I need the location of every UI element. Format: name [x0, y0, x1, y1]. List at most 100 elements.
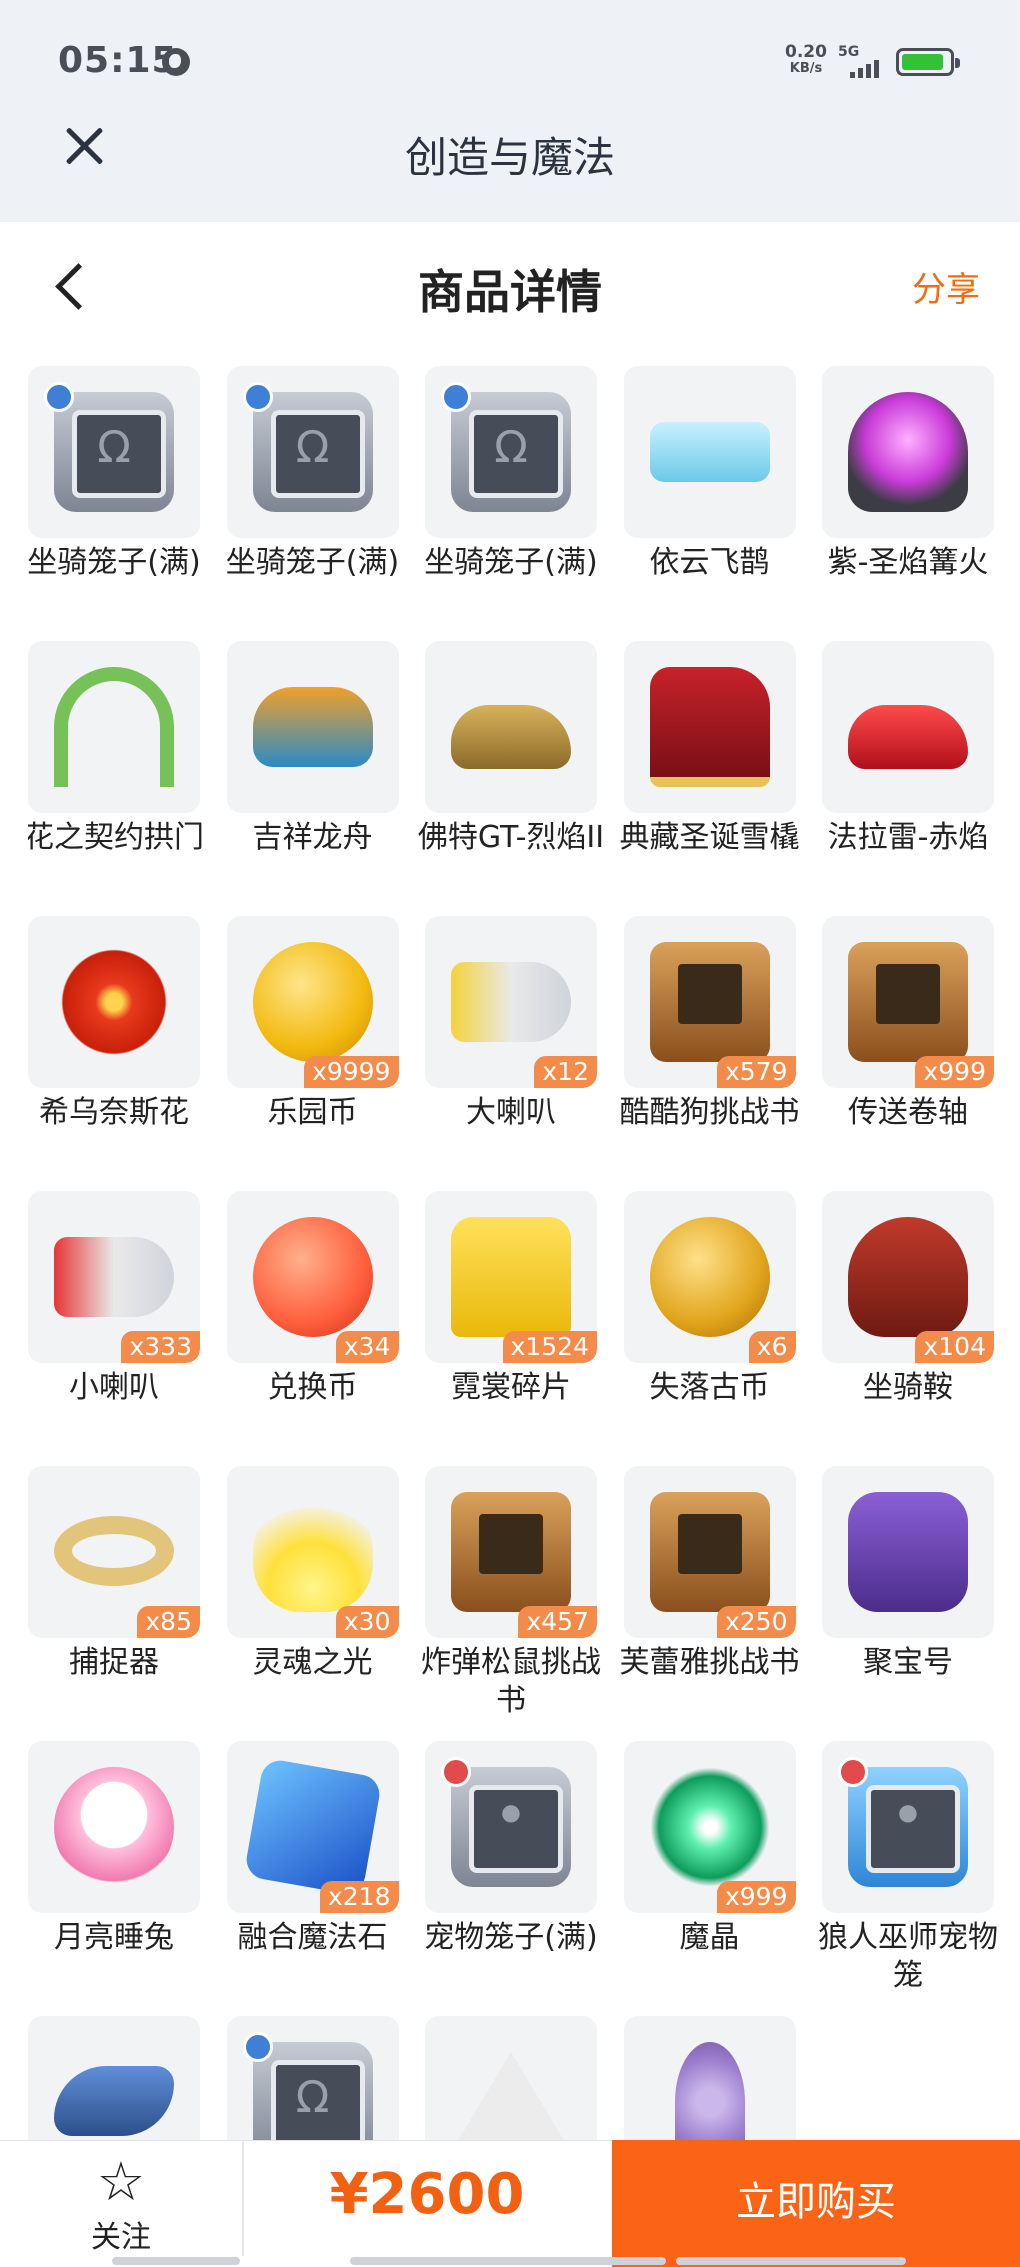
- star-icon: ☆: [96, 2150, 146, 2213]
- quantity-badge: x999: [716, 1881, 796, 1913]
- campfire-icon: [848, 392, 968, 512]
- item-thumbnail: [623, 366, 796, 538]
- grid-item[interactable]: x9999 乐园币: [226, 916, 399, 1176]
- ring-thorn-icon: [54, 1516, 174, 1586]
- grid-item[interactable]: x1524 霓裳碎片: [425, 1191, 597, 1451]
- grid-item[interactable]: x333 小喇叭: [28, 1191, 200, 1451]
- monster-icon: [848, 1492, 968, 1612]
- item-thumbnail: [28, 366, 200, 538]
- quantity-badge: x34: [335, 1331, 399, 1363]
- scroll-art-icon: [649, 942, 770, 1062]
- grid-item[interactable]: x218 融合魔法石: [226, 1741, 399, 2001]
- grid-item[interactable]: x85 捕捉器: [28, 1466, 200, 1726]
- battery-icon: [896, 48, 960, 76]
- quantity-badge: x579: [716, 1056, 796, 1088]
- quantity-badge: x30: [335, 1606, 399, 1638]
- cone-icon: [674, 2042, 745, 2140]
- item-name: 紫-圣焰篝火: [827, 545, 989, 580]
- grid-item[interactable]: x250 芙蕾雅挑战书: [620, 1466, 800, 1726]
- quantity-badge: x104: [915, 1331, 994, 1363]
- item-name: 依云飞鹊: [649, 545, 770, 580]
- quantity-badge: x333: [121, 1331, 200, 1363]
- item-name: 坐骑鞍: [863, 1370, 953, 1405]
- grid-item[interactable]: 佛特GT-烈焰II: [418, 641, 604, 901]
- megaphone-icon: [54, 1237, 174, 1317]
- grid-item[interactable]: 法拉雷-赤焰: [822, 641, 994, 901]
- car-icon: [451, 705, 571, 769]
- item-thumbnail: x250: [623, 1466, 796, 1638]
- grid-item[interactable]: x10: [623, 2016, 796, 2140]
- quantity-badge: x9999: [304, 1056, 399, 1088]
- share-link[interactable]: 分享: [912, 262, 980, 311]
- scroll-art-icon: [451, 1492, 571, 1612]
- grid-item[interactable]: x104 坐骑鞍: [822, 1191, 994, 1451]
- badge-icon: [838, 1757, 868, 1787]
- cage-icon: [451, 1767, 571, 1887]
- grid-item[interactable]: 花之契约拱门: [28, 641, 204, 901]
- scroll-art-icon: [649, 1492, 770, 1612]
- grid-item[interactable]: x12 大喇叭: [425, 916, 597, 1176]
- drone-icon: [649, 422, 770, 482]
- badge-icon: [242, 382, 273, 412]
- scroll-art-icon: [848, 942, 968, 1062]
- page-title: 商品详情: [418, 265, 602, 319]
- item-name: 聚宝号: [863, 1645, 953, 1680]
- grid-item[interactable]: 坐骑笼子(满): [424, 366, 598, 626]
- follow-label: 关注: [91, 2220, 151, 2255]
- follow-button[interactable]: ☆ 关注: [0, 2140, 242, 2267]
- app-title: 创造与魔法: [404, 133, 615, 182]
- item-thumbnail: x158: [425, 2016, 597, 2140]
- cage-icon: [54, 392, 174, 512]
- item-name: 捕捉器: [69, 1645, 159, 1680]
- grid-item[interactable]: x999 魔晶: [623, 1741, 796, 2001]
- grid-item[interactable]: 狼人巫师宠物笼: [818, 1741, 998, 2001]
- grid-item[interactable]: 坐骑笼子(满): [28, 366, 201, 626]
- item-name: 坐骑笼子(满): [28, 545, 201, 580]
- item-name: 佛特GT-烈焰II: [417, 820, 605, 855]
- grid-item[interactable]: x30 灵魂之光: [226, 1466, 399, 1726]
- item-name: 月亮睡兔: [54, 1920, 174, 1955]
- grid-item[interactable]: 依云飞鹊: [623, 366, 796, 626]
- grid-item[interactable]: 紫-圣焰篝火: [822, 366, 994, 626]
- item-thumbnail: [623, 641, 796, 813]
- item-thumbnail: [425, 641, 597, 813]
- grid-item[interactable]: 聚宝号: [822, 1466, 994, 1726]
- light-icon: [252, 1492, 373, 1612]
- grid-item[interactable]: 宠物笼子(满): [424, 1741, 598, 2001]
- globe-icon: [162, 48, 190, 76]
- grid-item[interactable]: [28, 2016, 200, 2140]
- quantity-badge: x6: [748, 1331, 796, 1363]
- grid-item[interactable]: x6 失落古币: [623, 1191, 796, 1451]
- grid-item[interactable]: 月亮睡兔: [28, 1741, 200, 2001]
- quantity-badge: x1524: [502, 1331, 597, 1363]
- item-name: 典藏圣诞雪橇: [619, 820, 800, 855]
- item-thumbnail: x30: [226, 1466, 399, 1638]
- item-thumbnail: x10: [623, 2016, 796, 2140]
- grid-item[interactable]: [226, 2016, 399, 2140]
- grid-item[interactable]: 典藏圣诞雪橇: [620, 641, 800, 901]
- grid-item[interactable]: x579 酷酷狗挑战书: [620, 916, 800, 1176]
- item-name: 失落古币: [649, 1370, 770, 1405]
- item-thumbnail: [28, 641, 200, 813]
- shark-icon: [54, 2066, 174, 2136]
- buy-now-button[interactable]: 立即购买: [612, 2140, 1020, 2267]
- item-thumbnail: [822, 366, 994, 538]
- item-name: 坐骑笼子(满): [424, 545, 598, 580]
- cage-icon: [252, 2042, 373, 2140]
- badge-icon: [441, 382, 471, 412]
- item-thumbnail: x104: [822, 1191, 994, 1363]
- grid-item[interactable]: x34 兑换币: [226, 1191, 399, 1451]
- status-time: 05:15: [58, 40, 178, 81]
- grid-item[interactable]: x158: [425, 2016, 597, 2140]
- grid-item[interactable]: x999 传送卷轴: [822, 916, 994, 1176]
- grid-item[interactable]: x457 炸弹松鼠挑战书: [421, 1466, 601, 1726]
- quantity-badge: x250: [716, 1606, 796, 1638]
- grid-item[interactable]: 吉祥龙舟: [226, 641, 399, 901]
- quantity-badge: x85: [137, 1606, 200, 1638]
- item-thumbnail: x333: [28, 1191, 200, 1363]
- grid-item[interactable]: 坐骑笼子(满): [226, 366, 399, 626]
- grid-item[interactable]: 希乌奈斯花: [28, 916, 200, 1176]
- item-name: 传送卷轴: [848, 1095, 968, 1130]
- item-name: 花之契约拱门: [28, 820, 204, 855]
- saddle-icon: [848, 1217, 968, 1337]
